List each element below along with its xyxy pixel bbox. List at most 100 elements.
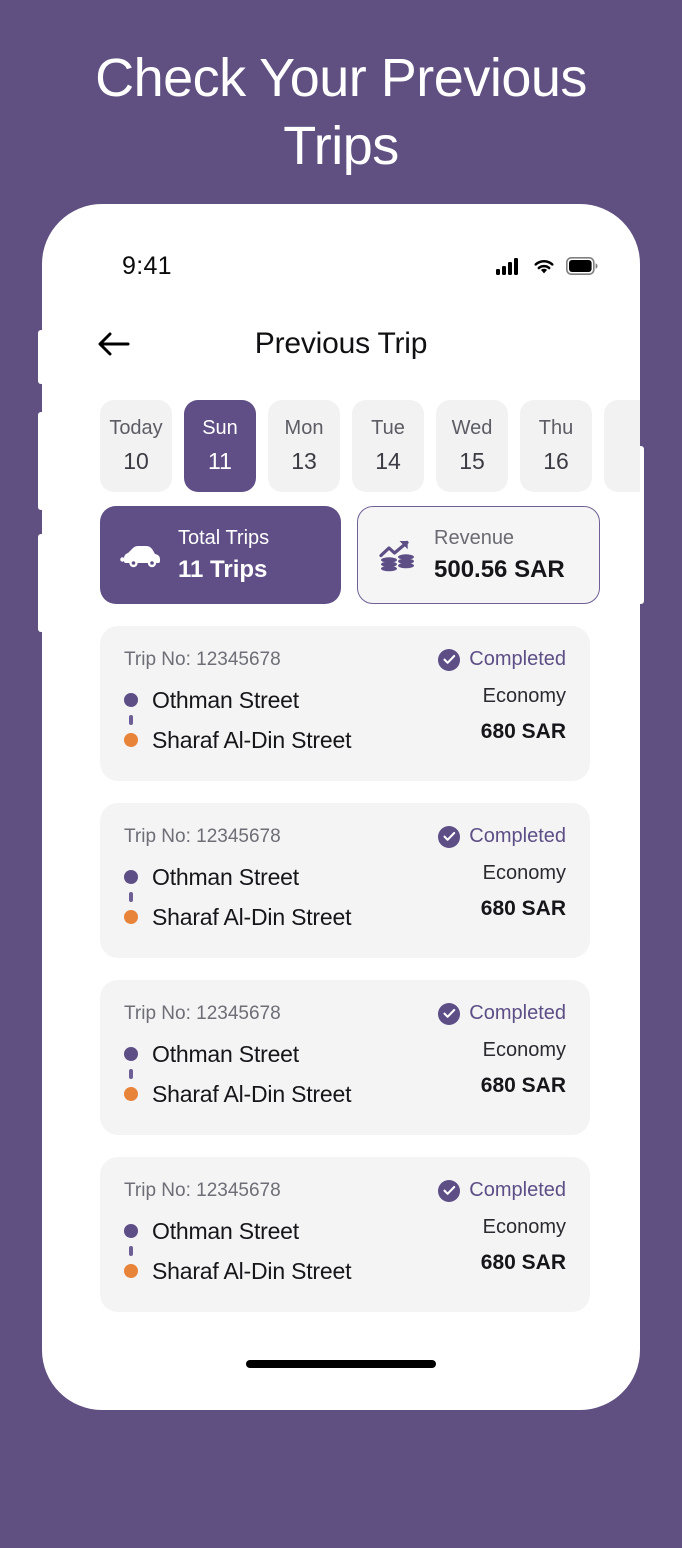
trip-card[interactable]: Trip No: 12345678 Completed Othman Stree… [100,1157,590,1312]
date-chip-partial[interactable] [604,400,640,492]
origin-label: Othman Street [152,863,299,890]
fare-label: 680 SAR [480,1074,566,1097]
trip-number: Trip No: 12345678 [124,825,281,847]
car-class-label: Economy [482,1039,566,1061]
total-trips-value: 11 Trips [178,555,268,583]
date-chip-dow: Today [109,417,163,439]
status-label: Completed [469,1179,566,1201]
date-chip-dow: Thu [538,417,574,439]
check-circle-icon [438,648,461,671]
destination-label: Sharaf Al-Din Street [152,1257,352,1284]
date-chip-mon[interactable]: Mon 13 [268,400,340,492]
trip-card-body: Othman Street Sharaf Al-Din Street Econo… [124,860,566,934]
wifi-icon [534,260,554,274]
origin-label: Othman Street [152,1040,299,1067]
arrow-left-icon [98,332,130,356]
date-chip-sun[interactable]: Sun 11 [184,400,256,492]
date-chip-dow: Mon [284,417,324,439]
trip-card-body: Othman Street Sharaf Al-Din Street Econo… [124,1037,566,1111]
trip-card[interactable]: Trip No: 12345678 Completed Othman Stree… [100,803,590,958]
date-chip-today[interactable]: Today 10 [100,400,172,492]
total-trips-text: Total Trips 11 Trips [178,527,269,584]
trip-card[interactable]: Trip No: 12345678 Completed Othman Stree… [100,626,590,781]
phone-mockup: 9:41 Previous Trip Today 10 Sun 11 Mon 1… [38,204,644,1410]
route-destination-row: Sharaf Al-Din Street [124,723,351,757]
trip-number: Trip No: 12345678 [124,648,281,670]
route: Othman Street Sharaf Al-Din Street [124,683,351,757]
route-origin-row: Othman Street [124,1037,351,1071]
status-label: Completed [469,1002,566,1024]
status-label: Completed [469,648,566,670]
origin-label: Othman Street [152,686,299,713]
trip-meta: Economy 680 SAR [481,683,566,744]
route: Othman Street Sharaf Al-Din Street [124,860,351,934]
destination-dot-icon [124,733,138,747]
date-chip-dow: Tue [371,417,405,439]
trip-card-header: Trip No: 12345678 Completed [124,825,566,848]
status-badge: Completed [438,1002,566,1025]
route-origin-row: Othman Street [124,1214,351,1248]
date-chip-day: 13 [291,448,317,474]
date-chip-wed[interactable]: Wed 15 [436,400,508,492]
origin-label: Othman Street [152,1217,299,1244]
trip-card-body: Othman Street Sharaf Al-Din Street Econo… [124,683,566,757]
date-chip-day: 15 [459,448,485,474]
back-button[interactable] [90,320,138,368]
trip-meta: Economy 680 SAR [481,1214,566,1275]
total-trips-card[interactable]: Total Trips 11 Trips [100,506,341,604]
date-chip-tue[interactable]: Tue 14 [352,400,424,492]
route: Othman Street Sharaf Al-Din Street [124,1037,351,1111]
revenue-card[interactable]: Revenue 500.56 SAR [357,506,600,604]
status-time: 9:41 [122,251,172,280]
total-trips-label: Total Trips [178,526,270,549]
revenue-text: Revenue 500.56 SAR [434,527,565,584]
check-circle-icon [438,1179,461,1202]
fare-label: 680 SAR [480,1251,566,1274]
trip-meta: Economy 680 SAR [481,860,566,921]
date-selector[interactable]: Today 10 Sun 11 Mon 13 Tue 14 Wed 15 Thu… [100,400,640,492]
date-chip-day: 11 [208,448,232,474]
date-chip-dow: Wed [451,417,493,439]
page-title: Check Your Previous Trips [95,48,587,176]
nav-bar: Previous Trip [42,316,640,372]
car-icon [120,546,160,568]
origin-dot-icon [124,870,138,884]
route: Othman Street Sharaf Al-Din Street [124,1214,351,1288]
date-chip-day: 16 [543,448,569,474]
trip-number: Trip No: 12345678 [124,1002,281,1024]
trip-list: Trip No: 12345678 Completed Othman Stree… [100,626,590,1312]
trip-card-header: Trip No: 12345678 Completed [124,1002,566,1025]
trip-meta: Economy 680 SAR [481,1037,566,1098]
trip-card-header: Trip No: 12345678 Completed [124,1179,566,1202]
status-badge: Completed [438,1179,566,1202]
check-circle-icon [438,1002,461,1025]
status-badge: Completed [438,825,566,848]
destination-label: Sharaf Al-Din Street [152,726,352,753]
trip-card[interactable]: Trip No: 12345678 Completed Othman Stree… [100,980,590,1135]
revenue-label: Revenue [434,526,515,549]
revenue-value: 500.56 SAR [434,555,565,583]
check-circle-icon [438,825,461,848]
home-indicator[interactable] [246,1360,436,1368]
route-origin-row: Othman Street [124,860,351,894]
date-chip-day: 14 [375,448,401,474]
stats-row: Total Trips 11 Trips Revenue 500.56 SAR [100,506,600,604]
battery-full-icon [566,257,598,275]
destination-dot-icon [124,1264,138,1278]
car-class-label: Economy [482,862,566,884]
status-icons [496,257,598,275]
trip-number: Trip No: 12345678 [124,1179,281,1201]
route-destination-row: Sharaf Al-Din Street [124,1077,351,1111]
car-class-label: Economy [482,1216,566,1238]
origin-dot-icon [124,1224,138,1238]
destination-dot-icon [124,910,138,924]
destination-dot-icon [124,1087,138,1101]
phone-screen: 9:41 Previous Trip Today 10 Sun 11 Mon 1… [42,204,640,1410]
date-chip-thu[interactable]: Thu 16 [520,400,592,492]
revenue-growth-icon [379,540,414,572]
trip-card-header: Trip No: 12345678 Completed [124,648,566,671]
status-label: Completed [469,825,566,847]
route-destination-row: Sharaf Al-Din Street [124,1254,351,1288]
fare-label: 680 SAR [480,720,566,743]
date-chip-day: 10 [123,448,149,474]
